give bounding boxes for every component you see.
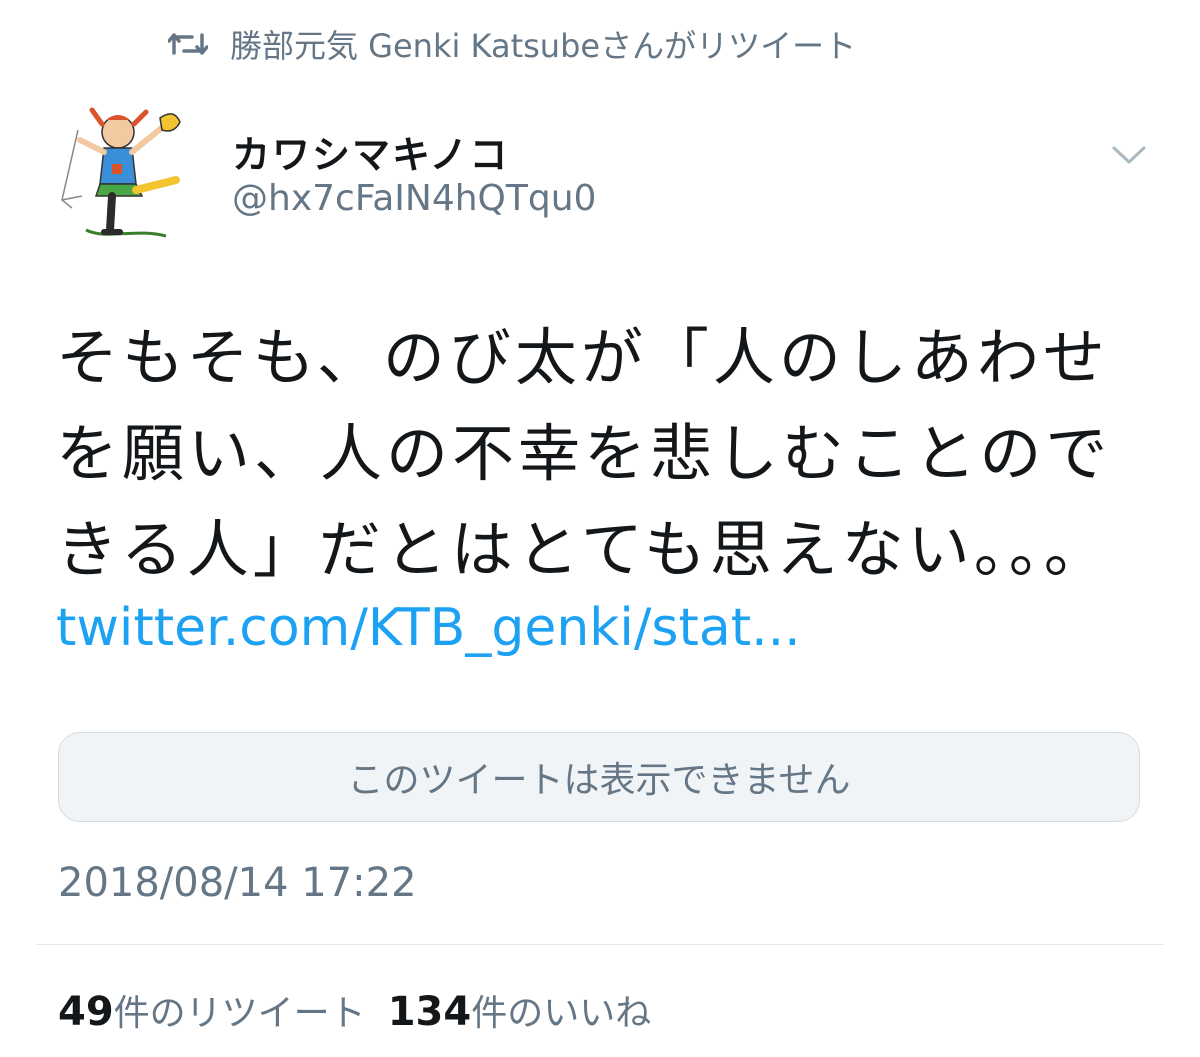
quoted-tweet-unavailable-card[interactable]: このツイートは表示できません — [58, 732, 1140, 822]
retweet-count: 49 — [58, 989, 114, 1035]
retweet-icon — [168, 29, 208, 59]
quoted-tweet-unavailable-text: このツイートは表示できません — [347, 760, 851, 801]
like-count-label: 件のいいね — [471, 993, 652, 1034]
retweet-count-label: 件のリツイート — [113, 993, 366, 1034]
chevron-down-icon[interactable] — [1110, 140, 1148, 170]
tweet-link[interactable]: twitter.com/KTB_genki/stat... — [56, 598, 801, 658]
like-count: 134 — [387, 989, 472, 1035]
retweet-context[interactable]: 勝部元気 Genki Katsubeさんがリツイート — [168, 22, 856, 66]
divider — [36, 944, 1164, 945]
author-display-name[interactable]: カワシマキノコ — [232, 124, 509, 179]
tweet-stats: 49 件のリツイート 134 件のいいね — [58, 984, 673, 1036]
tweet-text: そもそも、のび太が「人のしあわせを願い、人の不幸を悲しむことのできる人」だとはと… — [56, 321, 1112, 586]
retweet-count-link[interactable]: 49 件のリツイート — [58, 984, 366, 1036]
avatar[interactable] — [56, 100, 188, 250]
author-handle[interactable]: @hx7cFaIN4hQTqu0 — [232, 178, 596, 219]
retweet-context-text: 勝部元気 Genki Katsubeさんがリツイート — [230, 27, 857, 65]
like-count-link[interactable]: 134 件のいいね — [388, 984, 652, 1036]
tweet-timestamp: 2018/08/14 17:22 — [58, 860, 417, 906]
